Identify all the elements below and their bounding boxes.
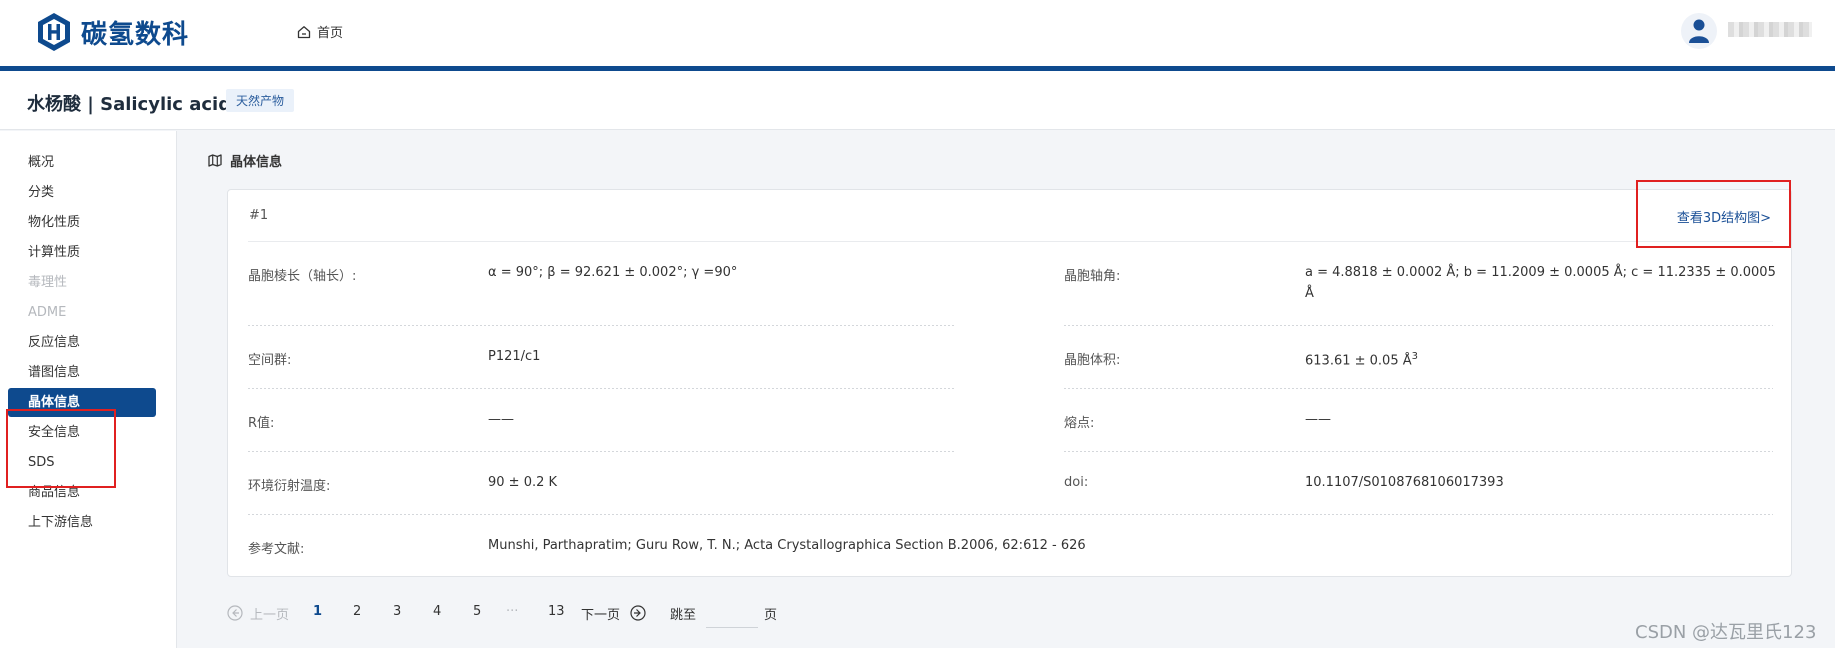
compound-name: 水杨酸 | Salicylic acid bbox=[27, 94, 232, 115]
user-icon bbox=[1689, 19, 1709, 43]
sidebar-item-overview[interactable]: 概况 bbox=[8, 148, 156, 177]
logo[interactable]: 碳氢数科 bbox=[36, 12, 189, 52]
logo-text: 碳氢数科 bbox=[81, 19, 190, 50]
cell-lengths-value: α = 90°; β = 92.621 ± 0.002°; γ =90° bbox=[488, 265, 738, 280]
compound-title-bar: 水杨酸 | Salicylic acid 天然产物 bbox=[0, 71, 1835, 130]
cell-volume: 613.61 ± 0.05 Å3 bbox=[1305, 346, 1418, 371]
prev-page-button[interactable]: 上一页 bbox=[250, 604, 289, 623]
doi-label: doi: bbox=[1064, 475, 1089, 490]
space-group-value: P121/c1 bbox=[488, 349, 541, 364]
divider bbox=[1064, 451, 1773, 452]
sidebar-item-classification[interactable]: 分类 bbox=[8, 178, 156, 207]
page-13[interactable]: 13 bbox=[548, 604, 565, 619]
melting-point-value: —— bbox=[1305, 412, 1331, 427]
page-3[interactable]: 3 bbox=[393, 604, 401, 619]
sidebar-item-products[interactable]: 商品信息 bbox=[8, 478, 156, 507]
r-value-label: R值: bbox=[248, 416, 275, 431]
sidebar-item-safety[interactable]: 安全信息 bbox=[8, 418, 156, 447]
sidebar-item-reactions[interactable]: 反应信息 bbox=[8, 328, 156, 357]
home-icon bbox=[297, 25, 311, 38]
divider bbox=[248, 388, 955, 389]
sidebar-item-sds[interactable]: SDS bbox=[8, 448, 156, 477]
diffraction-temperature-value: 90 ± 0.2 K bbox=[488, 475, 558, 490]
page-5[interactable]: 5 bbox=[473, 604, 481, 619]
space-group-label: 空间群: bbox=[248, 353, 292, 368]
next-page-button[interactable]: 下一页 bbox=[581, 604, 620, 623]
sidebar: 概况 分类 物化性质 计算性质 毒理性 ADME 反应信息 谱图信息 晶体信息 … bbox=[0, 131, 177, 648]
section-title: 晶体信息 bbox=[208, 151, 282, 170]
sidebar-item-toxicity: 毒理性 bbox=[28, 275, 68, 290]
jump-page-suffix: 页 bbox=[764, 608, 778, 623]
melting-point-label: 熔点: bbox=[1064, 416, 1095, 431]
divider bbox=[1064, 388, 1773, 389]
page-2[interactable]: 2 bbox=[353, 604, 361, 619]
sidebar-item-crystal[interactable]: 晶体信息 bbox=[8, 388, 156, 417]
divider bbox=[248, 451, 955, 452]
user-name-blurred[interactable] bbox=[1728, 22, 1812, 37]
divider bbox=[248, 325, 955, 326]
prev-arrow-icon bbox=[227, 605, 243, 621]
r-value: —— bbox=[488, 412, 514, 427]
record-index: #1 bbox=[249, 208, 269, 223]
reference-value: Munshi, Parthapratim; Guru Row, T. N.; A… bbox=[488, 538, 1086, 553]
page-1[interactable]: 1 bbox=[313, 604, 322, 619]
divider bbox=[248, 241, 1773, 242]
reference-label: 参考文献: bbox=[248, 542, 305, 557]
divider bbox=[1064, 325, 1773, 326]
watermark: CSDN @达瓦里氏123 bbox=[1635, 622, 1817, 643]
hexagon-h-logo-icon bbox=[38, 13, 70, 51]
next-arrow-icon[interactable] bbox=[630, 605, 646, 621]
divider bbox=[248, 514, 1773, 515]
sidebar-item-physchem[interactable]: 物化性质 bbox=[8, 208, 156, 237]
cell-axes-value: a = 4.8818 ± 0.0002 Å; b = 11.2009 ± 0.0… bbox=[1305, 265, 1776, 301]
cell-lengths-label: 晶胞棱长（轴长）: bbox=[248, 269, 357, 284]
jump-to-label: 跳至 bbox=[670, 608, 697, 623]
cell-axes-label: 晶胞轴角: bbox=[1064, 269, 1121, 284]
sidebar-item-computed[interactable]: 计算性质 bbox=[8, 238, 156, 267]
nav-home[interactable]: 首页 bbox=[297, 22, 343, 41]
sidebar-item-adme: ADME bbox=[28, 305, 67, 320]
view-3d-structure-link[interactable]: 查看3D结构图> bbox=[1677, 207, 1771, 226]
avatar[interactable] bbox=[1681, 13, 1717, 49]
page-4[interactable]: 4 bbox=[433, 604, 441, 619]
section-title-label: 晶体信息 bbox=[230, 155, 283, 170]
page-ellipsis[interactable]: ··· bbox=[506, 604, 518, 619]
jump-page-input[interactable] bbox=[706, 598, 758, 628]
category-tag[interactable]: 天然产物 bbox=[226, 89, 295, 112]
top-header: 碳氢数科 首页 bbox=[0, 0, 1835, 66]
doi-value[interactable]: 10.1107/S0108768106017393 bbox=[1305, 472, 1504, 493]
crystal-info-card: #1 查看3D结构图> 晶胞棱长（轴长）: α = 90°; β = 92.62… bbox=[227, 189, 1792, 577]
cell-volume-label: 晶胞体积: bbox=[1064, 353, 1121, 368]
sidebar-item-spectra[interactable]: 谱图信息 bbox=[8, 358, 156, 387]
sidebar-item-upstream-downstream[interactable]: 上下游信息 bbox=[8, 508, 156, 537]
cell-volume-exponent: 3 bbox=[1411, 351, 1418, 362]
nav-home-label: 首页 bbox=[317, 26, 344, 41]
map-icon bbox=[208, 154, 222, 167]
diffraction-temperature-label: 环境衍射温度: bbox=[248, 479, 331, 494]
cell-volume-value: 613.61 ± 0.05 Å bbox=[1305, 353, 1412, 369]
